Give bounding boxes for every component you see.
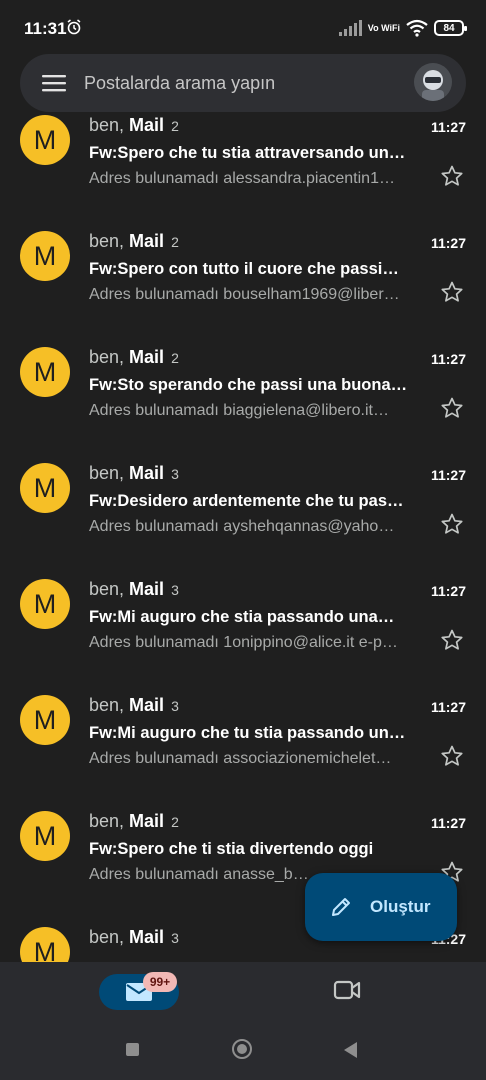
email-subject: Fw:Desidero ardentemente che tu pas… bbox=[89, 492, 404, 510]
sender-avatar[interactable]: M bbox=[20, 579, 70, 629]
sender-line: ben, Mail 2 bbox=[89, 811, 179, 832]
email-row[interactable]: Mben, Mail 3 11:27 Fw:Desidero ardentemente… bbox=[0, 457, 486, 573]
email-subject: Fw:Spero che tu stia attraversando un… bbox=[89, 144, 406, 162]
sender-avatar[interactable]: M bbox=[20, 115, 70, 165]
wifi-icon bbox=[406, 19, 428, 37]
unread-badge: 99+ bbox=[143, 972, 177, 992]
sender-avatar[interactable]: M bbox=[20, 811, 70, 861]
sender-line: ben, Mail 3 bbox=[89, 463, 179, 484]
sender-line: ben, Mail 2 bbox=[89, 347, 179, 368]
email-time: 11:27 bbox=[430, 699, 466, 715]
battery-icon: 84 bbox=[434, 20, 467, 36]
star-icon[interactable] bbox=[440, 396, 464, 420]
email-row[interactable]: Mben, Mail 3 11:27 Fw:Mi auguro che stia pa… bbox=[0, 573, 486, 689]
status-bar: 11:31 Vo WiFi 84 bbox=[0, 0, 486, 54]
star-icon[interactable] bbox=[440, 744, 464, 768]
sender-avatar[interactable]: M bbox=[20, 463, 70, 513]
thread-count: 3 bbox=[171, 698, 179, 714]
email-snippet: Adres bulunamadı bouselham1969@liber… bbox=[89, 286, 400, 303]
sender-line: ben, Mail 3 bbox=[89, 927, 179, 948]
sender-prefix: ben, bbox=[89, 463, 130, 483]
email-snippet: Adres bulunamadı ayshehqannas@yaho… bbox=[89, 518, 395, 535]
email-row[interactable]: Mben, Mail 2 11:27 Fw:Spero con tutto il cu… bbox=[0, 225, 486, 341]
email-subject: Fw:Sto sperando che passi una buona… bbox=[89, 376, 408, 394]
email-time: 11:27 bbox=[430, 583, 466, 599]
email-subject: Fw:Mi auguro che tu stia passando un… bbox=[89, 724, 406, 742]
sender-name: Mail bbox=[129, 927, 165, 947]
pencil-icon bbox=[332, 898, 350, 916]
email-time: 11:27 bbox=[430, 351, 466, 367]
cellular-signal-icon bbox=[338, 20, 362, 36]
video-camera-icon[interactable] bbox=[333, 979, 361, 1001]
sender-name: Mail bbox=[129, 231, 165, 251]
email-subject: Fw:Spero che ti stia divertendo oggi bbox=[89, 840, 374, 858]
thread-count: 2 bbox=[171, 234, 179, 250]
home-button[interactable] bbox=[232, 1039, 252, 1059]
email-snippet: Adres bulunamadı associazionemichelet… bbox=[89, 750, 392, 767]
email-time: 11:27 bbox=[430, 235, 466, 251]
sender-prefix: ben, bbox=[89, 115, 130, 135]
email-list[interactable]: Mben, Mail 2 11:27 Fw:Spero che tu stia att… bbox=[0, 112, 486, 962]
sender-line: ben, Mail 3 bbox=[89, 579, 179, 600]
search-bar[interactable]: Postalarda arama yapın bbox=[20, 54, 466, 112]
search-placeholder[interactable]: Postalarda arama yapın bbox=[84, 73, 275, 94]
email-row[interactable]: Mben, Mail 2 11:27 Fw:Spero che tu stia att… bbox=[0, 112, 486, 225]
sender-line: ben, Mail 2 bbox=[89, 231, 179, 252]
battery-level: 84 bbox=[443, 22, 455, 34]
account-avatar[interactable] bbox=[414, 63, 452, 101]
email-row[interactable]: Mben, Mail 3 11:27 Fw:Mi auguro che tu stia… bbox=[0, 689, 486, 805]
sender-prefix: ben, bbox=[89, 811, 130, 831]
sender-avatar[interactable]: M bbox=[20, 231, 70, 281]
email-time: 11:27 bbox=[430, 119, 466, 135]
sender-name: Mail bbox=[129, 811, 165, 831]
recent-apps-button[interactable] bbox=[126, 1043, 139, 1056]
email-time: 11:27 bbox=[430, 467, 466, 483]
sender-name: Mail bbox=[129, 347, 165, 367]
thread-count: 2 bbox=[171, 814, 179, 830]
bottom-navigation: 99+ bbox=[0, 962, 486, 1018]
sender-line: ben, Mail 3 bbox=[89, 695, 179, 716]
sender-line: ben, Mail 2 bbox=[89, 115, 179, 136]
sender-name: Mail bbox=[129, 115, 165, 135]
vowifi-label: Vo WiFi bbox=[367, 22, 400, 33]
email-time: 11:27 bbox=[430, 815, 466, 831]
sender-name: Mail bbox=[129, 695, 165, 715]
compose-label: Oluştur bbox=[370, 897, 431, 916]
email-snippet: Adres bulunamadı biaggielena@libero.it… bbox=[89, 402, 389, 419]
star-icon[interactable] bbox=[440, 280, 464, 304]
sender-prefix: ben, bbox=[89, 347, 130, 367]
thread-count: 3 bbox=[171, 930, 179, 946]
sender-avatar[interactable]: M bbox=[20, 927, 70, 962]
back-button[interactable] bbox=[344, 1042, 357, 1058]
thread-count: 3 bbox=[171, 466, 179, 482]
sender-avatar[interactable]: M bbox=[20, 347, 70, 397]
email-subject: Fw:Spero con tutto il cuore che passi… bbox=[89, 260, 399, 278]
sender-avatar[interactable]: M bbox=[20, 695, 70, 745]
thread-count: 2 bbox=[171, 118, 179, 134]
star-icon[interactable] bbox=[440, 164, 464, 188]
menu-icon[interactable] bbox=[42, 74, 66, 92]
sender-name: Mail bbox=[129, 463, 165, 483]
sender-name: Mail bbox=[129, 579, 165, 599]
star-icon[interactable] bbox=[440, 628, 464, 652]
thread-count: 3 bbox=[171, 582, 179, 598]
email-subject: Fw:Mi auguro che stia passando una… bbox=[89, 608, 395, 626]
sender-prefix: ben, bbox=[89, 231, 130, 251]
alarm-icon bbox=[67, 19, 81, 35]
sender-prefix: ben, bbox=[89, 927, 130, 947]
sender-prefix: ben, bbox=[89, 695, 130, 715]
email-row[interactable]: Mben, Mail 2 11:27 Fw:Sto sperando che pass… bbox=[0, 341, 486, 457]
thread-count: 2 bbox=[171, 350, 179, 366]
profile-picture-icon bbox=[414, 63, 452, 101]
sender-prefix: ben, bbox=[89, 579, 130, 599]
compose-button[interactable]: Oluştur bbox=[305, 873, 457, 941]
status-time: 11:31 bbox=[24, 19, 67, 38]
system-navigation-bar bbox=[0, 1018, 486, 1080]
email-snippet: Adres bulunamadı alessandra.piacentin1… bbox=[89, 170, 395, 187]
email-snippet: Adres bulunamadı 1onippino@alice.it e-p… bbox=[89, 634, 398, 651]
star-icon[interactable] bbox=[440, 512, 464, 536]
